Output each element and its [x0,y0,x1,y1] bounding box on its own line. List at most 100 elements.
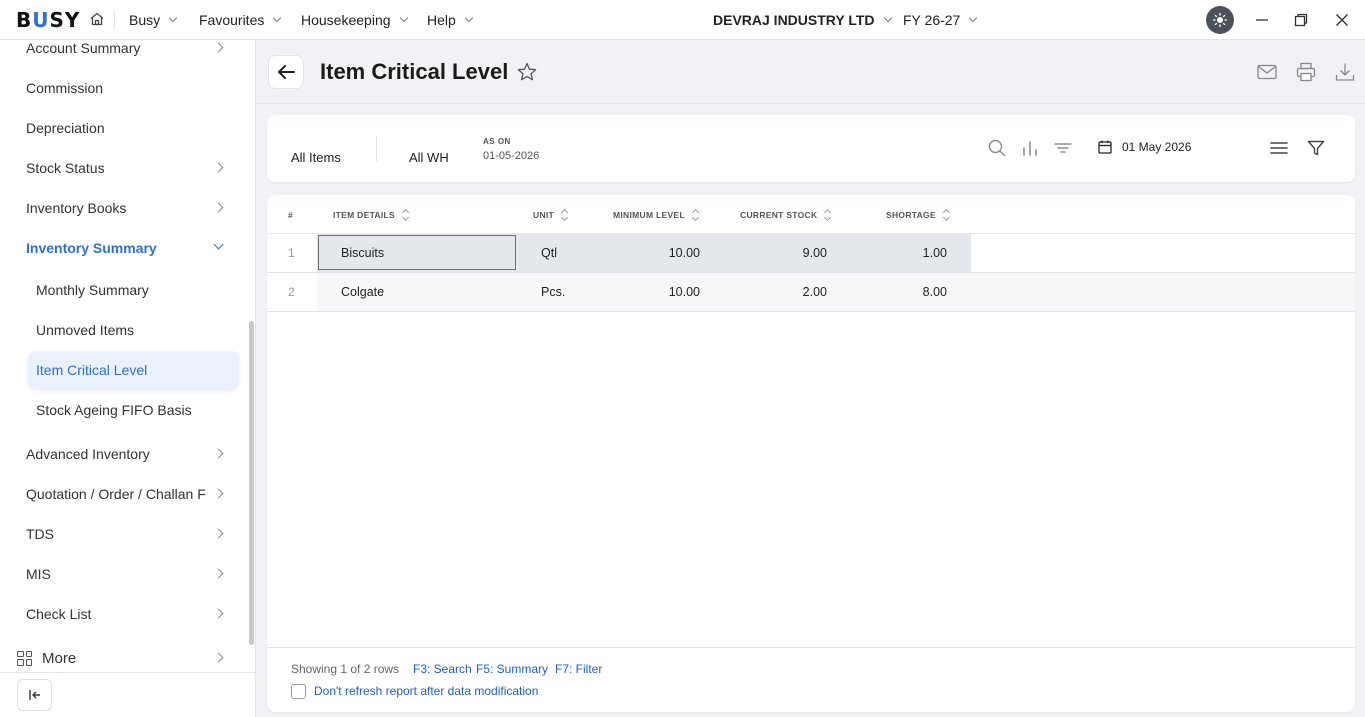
download-icon[interactable] [1334,61,1356,83]
sort-lines-icon[interactable] [1053,138,1073,158]
column-header-index: # [288,210,294,220]
theme-toggle-button[interactable] [1206,6,1234,34]
restore-button[interactable] [1291,10,1311,30]
sort-icon [944,210,950,220]
shortage: 8.00 [922,285,947,299]
row-divider [267,311,1355,312]
back-button[interactable] [268,55,304,89]
minimize-button[interactable] [1252,10,1272,30]
table-row[interactable]: 1 Biscuits Qtl 10.00 9.00 1.00 [267,234,1355,273]
item-name[interactable]: Colgate [341,285,384,299]
sidebar-more[interactable]: More [17,647,230,669]
filter-divider [376,136,377,162]
f5-summary-shortcut[interactable]: F5: Summary [476,662,548,676]
star-icon[interactable] [516,61,538,83]
sidebar-item-advanced-inventory[interactable]: Advanced Inventory [26,444,230,464]
sidebar-item-stock-status[interactable]: Stock Status [26,158,230,178]
sidebar-item-item-critical-level[interactable]: Item Critical Level [36,360,240,380]
menu-help[interactable]: Help [427,12,474,28]
dont-refresh-label[interactable]: Don't refresh report after data modifica… [314,684,538,698]
chevron-right-icon [213,488,224,499]
chevron-right-icon [213,528,224,539]
collapse-sidebar-button[interactable] [17,679,52,711]
item-filter[interactable]: All Items [291,150,341,165]
search-icon[interactable] [987,138,1007,158]
column-header-minimum-level[interactable]: MINIMUM LEVEL [613,210,699,220]
close-button[interactable] [1332,10,1352,30]
sidebar-item-account-summary[interactable]: Account Summary [26,38,230,58]
sort-icon [403,210,409,220]
chevron-down-icon [213,239,224,250]
sidebar-item-stock-ageing-fifo[interactable]: Stock Ageing FIFO Basis [36,400,240,420]
date-picker[interactable]: 01 May 2026 [1097,139,1191,155]
sidebar-item-inventory-summary[interactable]: Inventory Summary [26,238,230,258]
menu-divider [114,10,115,30]
row-count: Showing 1 of 2 rows [291,662,400,676]
menu-busy[interactable]: Busy [129,12,178,28]
minimum-level: 10.00 [668,246,700,260]
table-row[interactable]: 2 Colgate Pcs. 10.00 2.00 8.00 [267,273,1355,312]
menu-icon[interactable] [1269,138,1289,158]
f3-search-shortcut[interactable]: F3: Search [413,662,472,676]
chevron-right-icon [213,568,224,579]
chevron-down-icon [168,13,178,23]
sidebar: Account Summary Commission Depreciation … [0,40,256,717]
chevron-right-icon [213,608,224,619]
menu-housekeeping[interactable]: Housekeeping [301,12,408,28]
dont-refresh-checkbox[interactable] [291,684,306,699]
home-icon[interactable] [89,11,105,27]
chevron-right-icon [213,652,224,663]
sidebar-scrollbar[interactable] [249,321,254,645]
current-stock: 2.00 [802,285,827,299]
filter-bar: All Items All WH AS ON 01-05-2026 01 May… [267,115,1355,182]
sidebar-item-depreciation[interactable]: Depreciation [26,118,230,138]
sidebar-item-mis[interactable]: MIS [26,564,230,584]
sidebar-item-check-list[interactable]: Check List [26,604,230,624]
close-icon [1336,14,1348,26]
print-icon[interactable] [1295,61,1317,83]
bar-chart-icon[interactable] [1020,138,1040,158]
unit: Qtl [541,246,557,260]
sidebar-divider [0,672,255,673]
column-header-unit[interactable]: UNIT [533,210,568,220]
sort-icon [562,210,568,220]
sidebar-item-monthly-summary[interactable]: Monthly Summary [36,280,240,300]
fy-selector[interactable]: FY 26-27 [903,12,978,28]
row-background [317,273,1355,311]
sidebar-item-inventory-books[interactable]: Inventory Books [26,198,230,218]
company-selector[interactable]: DEVRAJ INDUSTRY LTD [713,12,892,28]
sidebar-item-tds[interactable]: TDS [26,524,230,544]
menu-favourites[interactable]: Favourites [199,12,282,28]
chevron-right-icon [213,448,224,459]
column-header-item-details[interactable]: ITEM DETAILS [333,210,409,220]
column-header-shortage[interactable]: SHORTAGE [886,210,950,220]
warehouse-filter[interactable]: All WH [409,150,449,165]
arrow-left-icon [278,65,295,79]
busy-logo: BUSY [16,8,81,32]
top-bar: BUSY Busy Favourites Housekeeping Help D… [0,0,1365,40]
minimize-icon [1256,19,1268,21]
row-index: 1 [288,246,295,260]
filter-icon[interactable] [1306,138,1326,158]
unit: Pcs. [541,285,566,299]
f7-filter-shortcut[interactable]: F7: Filter [555,662,602,676]
grid-icon [17,650,32,666]
report-table: # ITEM DETAILS UNIT MINIMUM LEVEL CURREN… [267,195,1355,712]
sidebar-item-commission[interactable]: Commission [26,78,230,98]
chevron-right-icon [213,202,224,213]
as-on-date[interactable]: 01-05-2026 [483,150,539,162]
collapse-left-icon [28,690,40,700]
chevron-down-icon [464,13,474,23]
mail-icon[interactable] [1256,61,1278,83]
sidebar-item-unmoved-items[interactable]: Unmoved Items [36,320,240,340]
calendar-icon [1098,140,1112,154]
as-on-label: AS ON [483,137,511,146]
sidebar-item-quotation-order-challan[interactable]: Quotation / Order / Challan F [26,484,230,504]
sort-icon [693,210,699,220]
item-name[interactable]: Biscuits [341,246,384,260]
chevron-down-icon [969,13,978,23]
restore-icon [1294,13,1308,27]
column-header-current-stock[interactable]: CURRENT STOCK [740,210,831,220]
footer-divider [267,647,1355,648]
chevron-down-icon [273,13,282,23]
